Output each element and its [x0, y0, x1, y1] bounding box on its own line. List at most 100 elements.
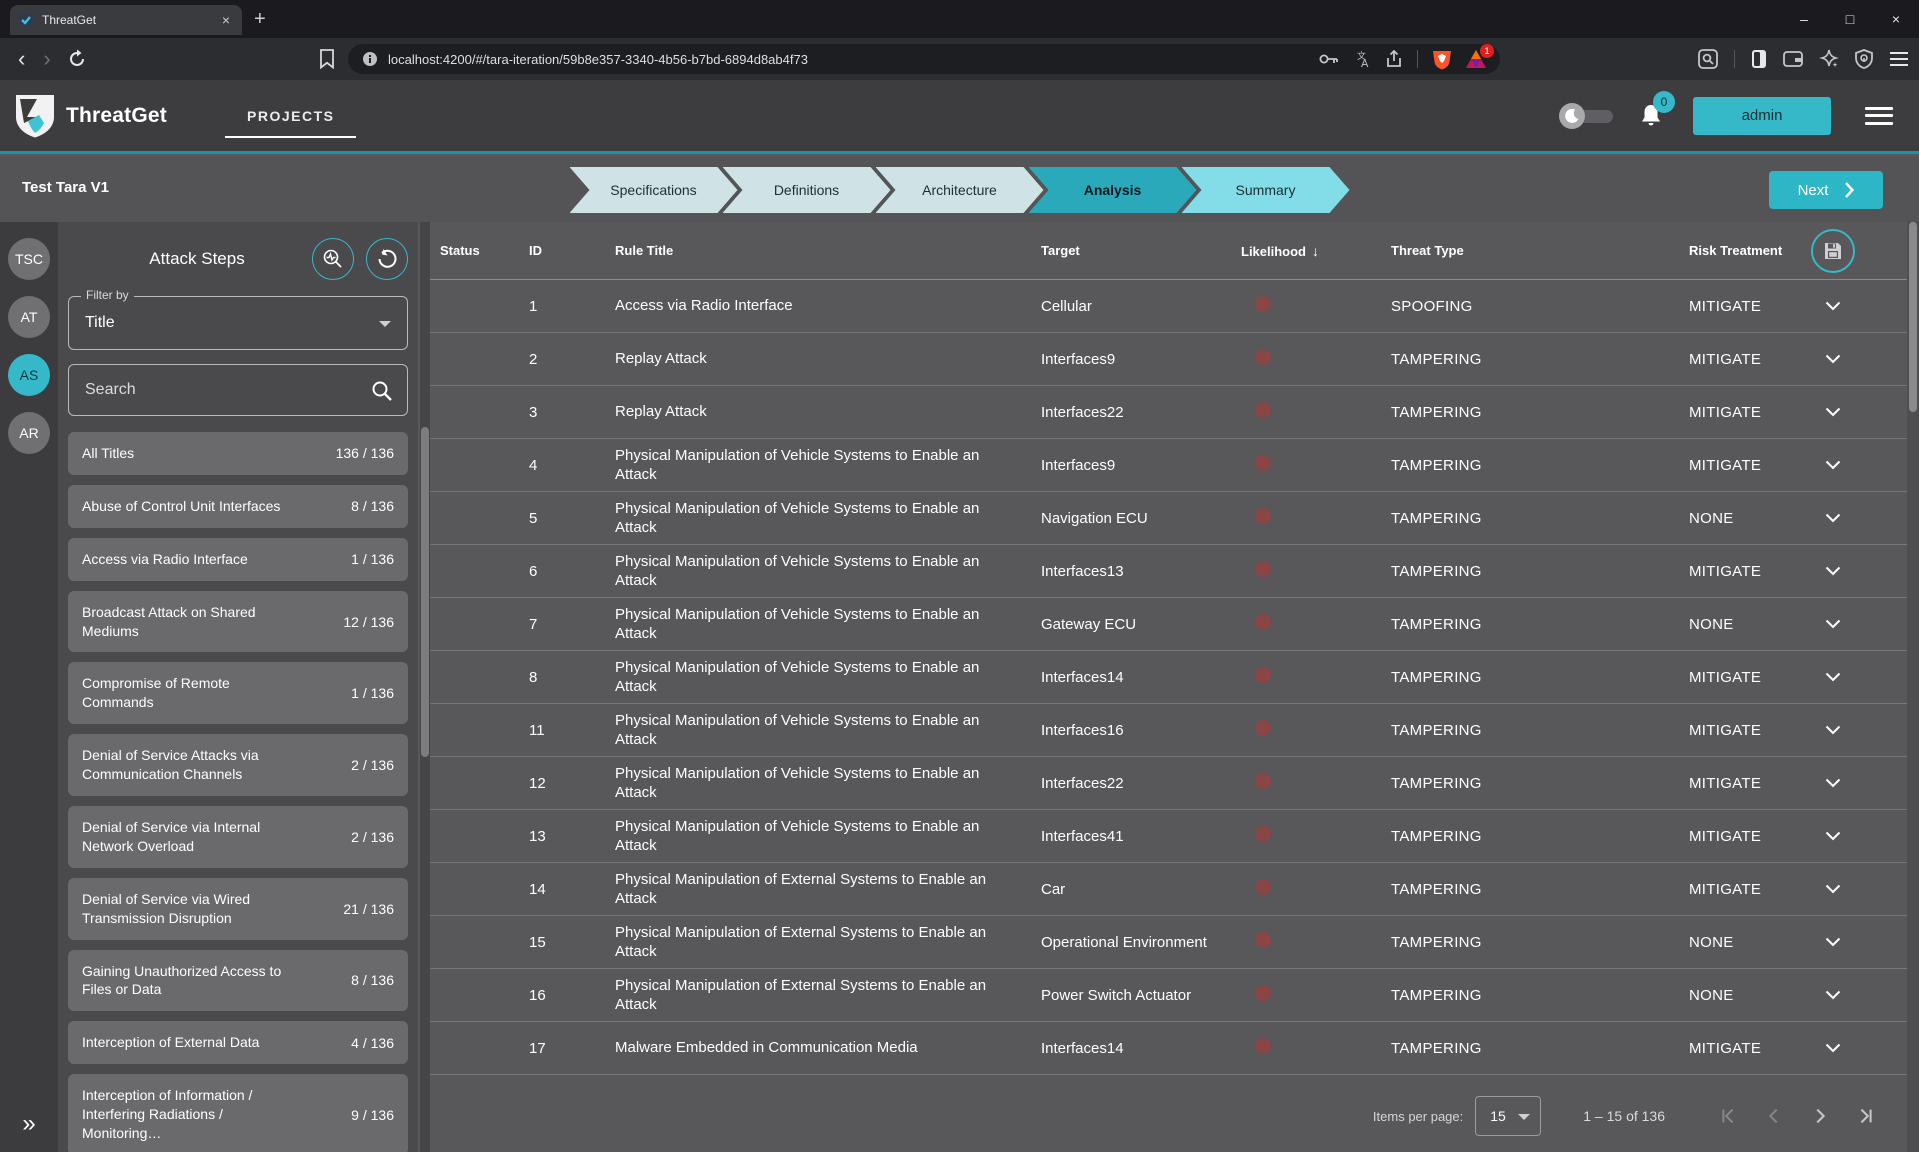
search-input[interactable]: [69, 365, 407, 415]
row-expand-chevron-icon[interactable]: [1801, 301, 1907, 311]
row-expand-chevron-icon[interactable]: [1801, 407, 1907, 417]
table-row[interactable]: 6Physical Manipulation of Vehicle System…: [430, 545, 1907, 598]
table-row[interactable]: 15Physical Manipulation of External Syst…: [430, 916, 1907, 969]
row-expand-chevron-icon[interactable]: [1801, 884, 1907, 894]
items-per-page-select[interactable]: 15: [1475, 1096, 1541, 1136]
row-expand-chevron-icon[interactable]: [1801, 672, 1907, 682]
table-row[interactable]: 1Access via Radio InterfaceCellularSPOOF…: [430, 280, 1907, 333]
page-scrollbar-thumb[interactable]: [1909, 222, 1917, 412]
forward-icon[interactable]: ›: [43, 48, 50, 70]
table-row[interactable]: 17Malware Embedded in Communication Medi…: [430, 1022, 1907, 1075]
wallet-icon[interactable]: [1783, 50, 1803, 68]
step-analysis[interactable]: Analysis: [1029, 167, 1197, 213]
attack-step-item[interactable]: All Titles136 / 136: [68, 432, 408, 475]
table-row[interactable]: 12Physical Manipulation of Vehicle Syste…: [430, 757, 1907, 810]
table-row[interactable]: 4Physical Manipulation of Vehicle System…: [430, 439, 1907, 492]
url-bar[interactable]: localhost:4200/#/tara-iteration/59b8e357…: [348, 44, 1500, 74]
previous-page-icon[interactable]: [1763, 1105, 1785, 1127]
sidebar-toggle-icon[interactable]: [1751, 49, 1767, 69]
notifications-bell[interactable]: 0: [1639, 103, 1663, 129]
bookmark-icon[interactable]: [319, 49, 335, 69]
reset-button[interactable]: [366, 238, 408, 280]
row-expand-chevron-icon[interactable]: [1801, 566, 1907, 576]
privacy-shield-icon[interactable]: [1855, 49, 1873, 69]
step-specifications[interactable]: Specifications: [570, 167, 738, 213]
brave-rewards-icon[interactable]: 1: [1466, 50, 1486, 68]
moon-icon[interactable]: [1559, 103, 1585, 129]
url-text[interactable]: localhost:4200/#/tara-iteration/59b8e357…: [388, 52, 1319, 67]
table-row[interactable]: 11Physical Manipulation of Vehicle Syste…: [430, 704, 1907, 757]
attack-step-item[interactable]: Gaining Unauthorized Access to Files or …: [68, 950, 408, 1012]
row-expand-chevron-icon[interactable]: [1801, 460, 1907, 470]
attack-step-item[interactable]: Denial of Service via Wired Transmission…: [68, 878, 408, 940]
attack-step-item[interactable]: Denial of Service Attacks via Communicat…: [68, 734, 408, 796]
table-row[interactable]: 13Physical Manipulation of Vehicle Syste…: [430, 810, 1907, 863]
site-info-icon[interactable]: [362, 51, 378, 67]
col-likelihood[interactable]: Likelihood↓: [1233, 243, 1383, 259]
minimize-button[interactable]: –: [1781, 0, 1827, 38]
table-row[interactable]: 7Physical Manipulation of Vehicle System…: [430, 598, 1907, 651]
search-tabs-icon[interactable]: [1698, 49, 1718, 69]
iteration-avatar-tsc[interactable]: TSC: [8, 238, 50, 280]
filter-by-select[interactable]: Filter by Title: [68, 296, 408, 350]
analyze-search-button[interactable]: [312, 238, 354, 280]
table-row[interactable]: 5Physical Manipulation of Vehicle System…: [430, 492, 1907, 545]
translate-icon[interactable]: 文A: [1353, 50, 1371, 68]
dark-mode-toggle[interactable]: [1559, 102, 1617, 130]
attack-step-item[interactable]: Abuse of Control Unit Interfaces8 / 136: [68, 485, 408, 528]
next-button[interactable]: Next: [1769, 171, 1883, 209]
row-expand-chevron-icon[interactable]: [1801, 831, 1907, 841]
page-scrollbar[interactable]: [1907, 222, 1919, 1152]
iteration-avatar-as[interactable]: AS: [8, 354, 50, 396]
attack-step-item[interactable]: Interception of Information / Interferin…: [68, 1074, 408, 1152]
step-summary[interactable]: Summary: [1182, 167, 1350, 213]
panel-scrollbar-thumb[interactable]: [421, 427, 429, 757]
table-row[interactable]: 3Replay AttackInterfaces22TAMPERINGMITIG…: [430, 386, 1907, 439]
tab-close-icon[interactable]: ×: [218, 12, 234, 28]
brave-shield-icon[interactable]: [1432, 48, 1452, 70]
attack-step-item[interactable]: Denial of Service via Internal Network O…: [68, 806, 408, 868]
reload-icon[interactable]: [67, 49, 87, 69]
col-target[interactable]: Target: [1035, 243, 1233, 258]
table-row[interactable]: 8Physical Manipulation of Vehicle System…: [430, 651, 1907, 704]
admin-user-button[interactable]: admin: [1693, 97, 1831, 135]
attack-step-item[interactable]: Compromise of Remote Commands1 / 136: [68, 662, 408, 724]
password-key-icon[interactable]: [1319, 52, 1339, 66]
browser-menu-icon[interactable]: [1889, 51, 1909, 67]
col-id[interactable]: ID: [517, 243, 605, 258]
row-expand-chevron-icon[interactable]: [1801, 513, 1907, 523]
col-status[interactable]: Status: [430, 243, 517, 258]
row-expand-chevron-icon[interactable]: [1801, 937, 1907, 947]
col-risk-treatment[interactable]: Risk Treatment: [1661, 243, 1801, 258]
row-expand-chevron-icon[interactable]: [1801, 1043, 1907, 1053]
attack-step-item[interactable]: Access via Radio Interface1 / 136: [68, 538, 408, 581]
first-page-icon[interactable]: [1717, 1105, 1739, 1127]
row-expand-chevron-icon[interactable]: [1801, 725, 1907, 735]
save-button[interactable]: [1811, 229, 1855, 273]
attack-step-item[interactable]: Interception of External Data4 / 136: [68, 1021, 408, 1064]
new-tab-button[interactable]: +: [254, 8, 266, 30]
iteration-avatar-at[interactable]: AT: [8, 296, 50, 338]
panel-scrollbar[interactable]: [420, 222, 430, 1152]
browser-tab[interactable]: ThreatGet ×: [10, 5, 242, 35]
row-expand-chevron-icon[interactable]: [1801, 354, 1907, 364]
next-page-icon[interactable]: [1809, 1105, 1831, 1127]
table-row[interactable]: 2Replay AttackInterfaces9TAMPERINGMITIGA…: [430, 333, 1907, 386]
step-architecture[interactable]: Architecture: [876, 167, 1044, 213]
close-button[interactable]: ×: [1873, 0, 1919, 38]
attack-step-item[interactable]: Broadcast Attack on Shared Mediums12 / 1…: [68, 591, 408, 653]
table-row[interactable]: 14Physical Manipulation of External Syst…: [430, 863, 1907, 916]
row-expand-chevron-icon[interactable]: [1801, 990, 1907, 1000]
row-expand-chevron-icon[interactable]: [1801, 778, 1907, 788]
nav-projects[interactable]: PROJECTS: [225, 108, 356, 138]
maximize-button[interactable]: □: [1827, 0, 1873, 38]
leo-ai-sparkle-icon[interactable]: [1819, 49, 1839, 69]
last-page-icon[interactable]: [1855, 1105, 1877, 1127]
iteration-avatar-ar[interactable]: AR: [8, 412, 50, 454]
step-definitions[interactable]: Definitions: [723, 167, 891, 213]
search-icon[interactable]: [371, 380, 393, 402]
row-expand-chevron-icon[interactable]: [1801, 619, 1907, 629]
col-threat-type[interactable]: Threat Type: [1383, 243, 1661, 258]
app-menu-icon[interactable]: [1865, 107, 1893, 125]
table-row[interactable]: 16Physical Manipulation of External Syst…: [430, 969, 1907, 1022]
